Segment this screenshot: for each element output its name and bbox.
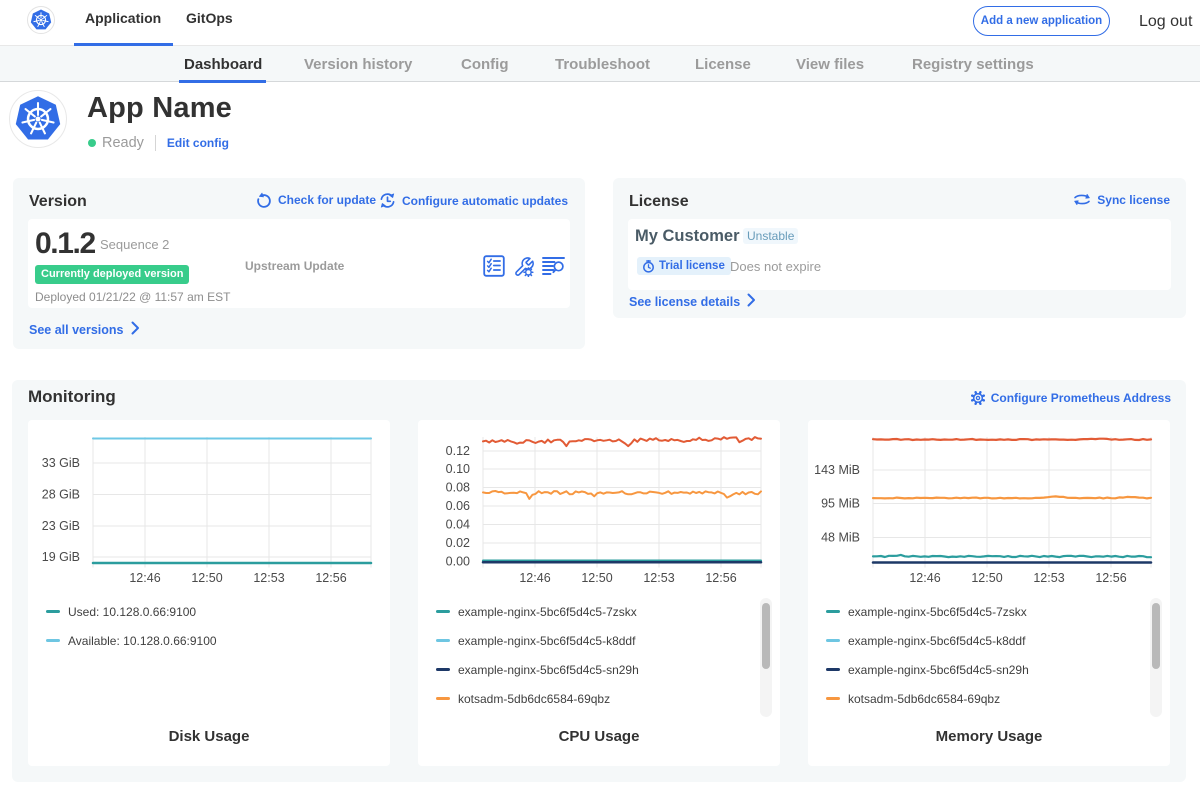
svg-text:12:56: 12:56 (705, 571, 736, 585)
svg-text:12:50: 12:50 (581, 571, 612, 585)
svg-text:28 GiB: 28 GiB (42, 488, 80, 502)
svg-text:19 GiB: 19 GiB (42, 550, 80, 564)
svg-text:23 GiB: 23 GiB (42, 519, 80, 533)
svg-text:12:56: 12:56 (1095, 571, 1126, 585)
svg-text:12:53: 12:53 (643, 571, 674, 585)
svg-text:12:56: 12:56 (315, 571, 346, 585)
svg-text:12:46: 12:46 (519, 571, 550, 585)
svg-text:0.04: 0.04 (446, 518, 470, 532)
svg-text:95 MiB: 95 MiB (821, 497, 860, 511)
svg-text:33 GiB: 33 GiB (42, 456, 80, 470)
svg-text:0.02: 0.02 (446, 536, 470, 550)
svg-text:48 MiB: 48 MiB (821, 531, 860, 545)
svg-text:12:46: 12:46 (129, 571, 160, 585)
svg-text:0.00: 0.00 (446, 555, 470, 569)
svg-text:12:50: 12:50 (971, 571, 1002, 585)
svg-text:143 MiB: 143 MiB (814, 463, 860, 477)
svg-text:12:50: 12:50 (191, 571, 222, 585)
svg-text:12:53: 12:53 (253, 571, 284, 585)
svg-text:0.08: 0.08 (446, 481, 470, 495)
svg-text:12:53: 12:53 (1033, 571, 1064, 585)
svg-text:12:46: 12:46 (909, 571, 940, 585)
svg-text:0.10: 0.10 (446, 462, 470, 476)
svg-text:0.06: 0.06 (446, 499, 470, 513)
svg-text:0.12: 0.12 (446, 444, 470, 458)
